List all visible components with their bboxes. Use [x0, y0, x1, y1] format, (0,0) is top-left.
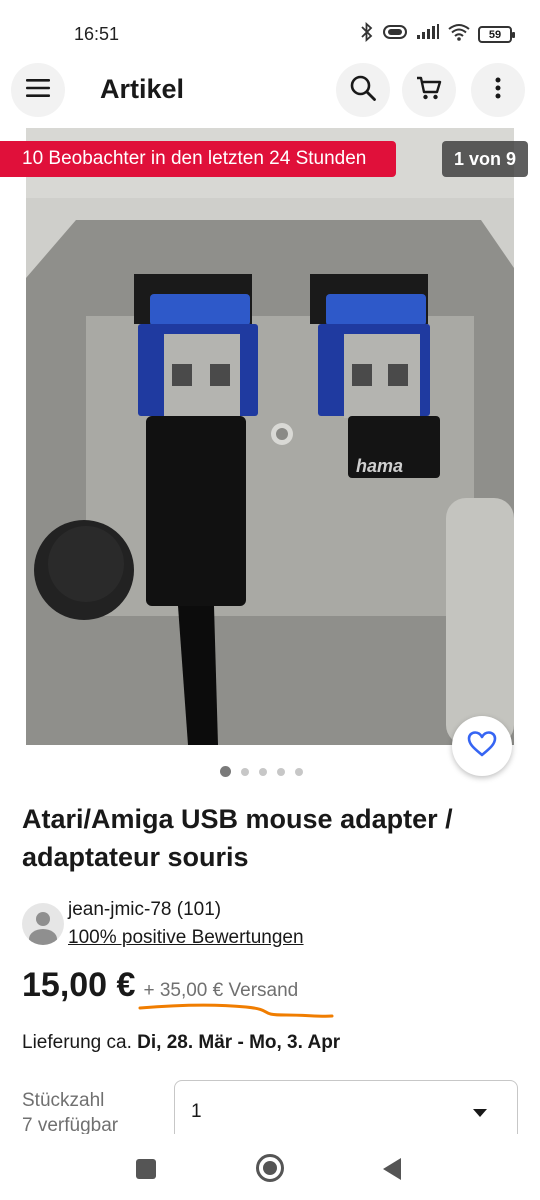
delivery-label: Lieferung ca.: [22, 1032, 132, 1053]
vibrate-icon: [382, 24, 408, 45]
gallery-pagination: [220, 766, 303, 777]
pagination-dot[interactable]: [220, 766, 231, 777]
back-icon[interactable]: [383, 1158, 401, 1180]
signal-icon: [416, 24, 440, 45]
avatar: [22, 903, 64, 945]
seller-feedback-link[interactable]: 100% positive Bewertungen: [68, 924, 304, 952]
watch-button[interactable]: [452, 716, 512, 776]
chevron-down-icon: [473, 1109, 487, 1117]
image-counter: 1 von 9: [441, 141, 528, 177]
more-options-button[interactable]: [471, 63, 525, 117]
hand-drawn-underline: [138, 1003, 334, 1018]
recent-apps-icon[interactable]: [136, 1159, 156, 1179]
pagination-dot[interactable]: [241, 767, 249, 776]
shipping-cost: + 35,00 € Versand: [143, 980, 299, 1001]
item-photo: hama: [26, 128, 514, 745]
watchers-banner: 10 Beobachter in den letzten 24 Stunden: [0, 141, 396, 177]
system-nav-bar: [0, 1134, 540, 1200]
seller-name[interactable]: jean-jmic-78 (101): [68, 896, 304, 924]
battery-icon: 59: [478, 26, 515, 43]
home-icon[interactable]: [256, 1154, 284, 1182]
item-image-gallery[interactable]: hama: [26, 128, 514, 745]
menu-icon: [25, 77, 51, 104]
menu-button[interactable]: [11, 63, 65, 117]
pagination-dot[interactable]: [259, 767, 267, 776]
search-icon: [349, 74, 377, 107]
hama-logo: hama: [356, 456, 403, 476]
pagination-dot[interactable]: [277, 767, 285, 776]
status-time: 16:51: [74, 24, 120, 44]
wifi-icon: [448, 23, 470, 46]
bluetooth-icon: [360, 21, 374, 47]
cart-icon: [415, 74, 443, 107]
delivery-range: Di, 28. Mär - Mo, 3. Apr: [137, 1032, 341, 1053]
page-title: Artikel: [100, 74, 185, 104]
quantity-label-group: Stückzahl 7 verfügbar: [22, 1088, 118, 1138]
heart-icon: [467, 730, 497, 763]
item-price: 15,00 €: [22, 966, 136, 1004]
status-bar: 16:51 59: [0, 0, 540, 62]
quantity-label: Stückzahl: [22, 1090, 105, 1111]
more-vertical-icon: [494, 76, 502, 105]
cart-button[interactable]: [402, 63, 456, 117]
status-icons: 59: [360, 21, 515, 47]
search-button[interactable]: [336, 63, 390, 117]
seller-info[interactable]: jean-jmic-78 (101) 100% positive Bewertu…: [22, 896, 304, 952]
delivery-estimate: Lieferung ca. Di, 28. Mär - Mo, 3. Apr: [22, 1032, 340, 1054]
app-bar: Artikel: [0, 62, 540, 118]
quantity-value: 1: [191, 1101, 202, 1122]
pagination-dot[interactable]: [295, 767, 303, 776]
item-title: Atari/Amiga USB mouse adapter / adaptate…: [22, 804, 453, 872]
